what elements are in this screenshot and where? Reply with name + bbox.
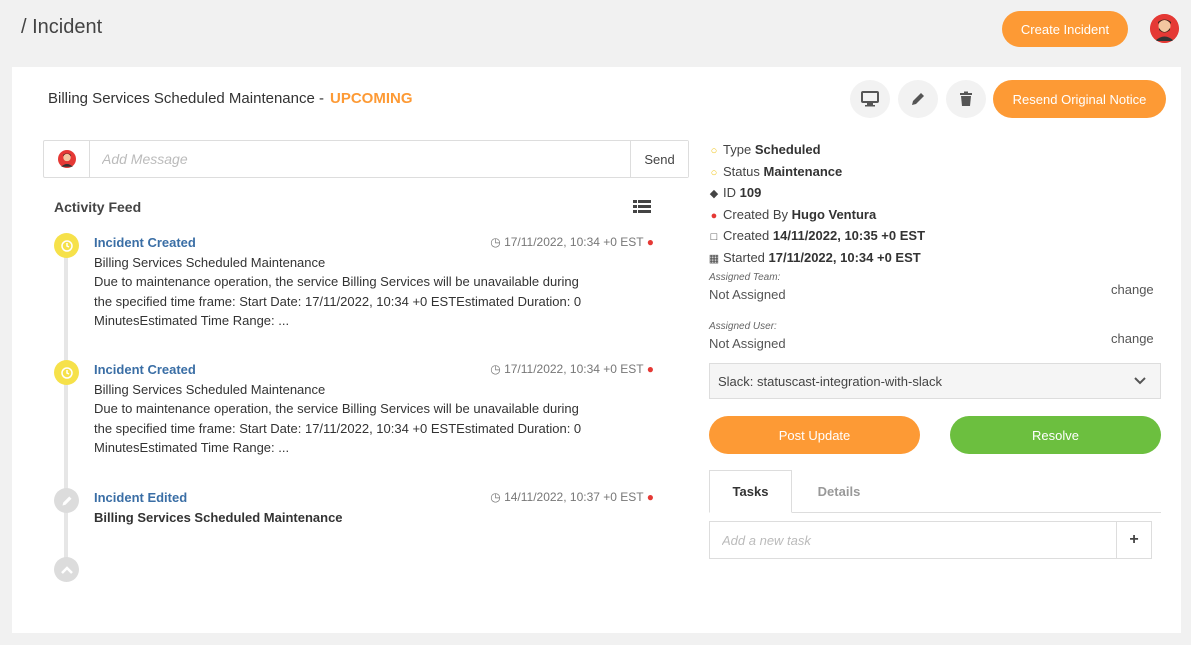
- message-input[interactable]: [90, 141, 630, 177]
- incident-name: Billing Services Scheduled Maintenance -: [48, 90, 324, 107]
- meta-type: ○ Type Scheduled: [708, 140, 925, 162]
- task-tabs: Tasks Details: [709, 470, 1161, 513]
- entry-subtitle: Billing Services Scheduled Maintenance: [94, 254, 326, 270]
- entry-subtitle: Billing Services Scheduled Maintenance: [94, 509, 343, 525]
- delete-button[interactable]: [946, 80, 986, 118]
- timeline-end-chevron-up-icon[interactable]: [54, 557, 79, 582]
- entry-body-line: MinutesEstimated Time Range: ...: [94, 313, 290, 328]
- pencil-icon: [912, 93, 924, 105]
- entry-body-line: the specified time frame: Start Date: 17…: [94, 420, 582, 436]
- author-avatar-icon: ●: [646, 362, 654, 376]
- assigned-user-value: Not Assigned: [709, 336, 786, 351]
- clock-icon: [60, 366, 73, 379]
- meta-id: ◆ ID 109: [708, 183, 925, 205]
- slack-select-value: Slack: statuscast-integration-with-slack: [718, 373, 942, 389]
- edit-button[interactable]: [898, 80, 938, 118]
- tab-tasks[interactable]: Tasks: [709, 470, 792, 513]
- list-icon: [633, 200, 651, 213]
- calendar-icon: ▦: [708, 252, 720, 265]
- create-incident-button[interactable]: Create Incident: [1002, 11, 1128, 47]
- meta-created: □ Created 14/11/2022, 10:35 +0 EST: [708, 226, 925, 248]
- entry-body-line: MinutesEstimated Time Range: ...: [94, 440, 290, 455]
- pencil-icon: [62, 496, 71, 505]
- calendar-icon: □: [710, 231, 718, 243]
- resolve-button[interactable]: Resolve: [950, 416, 1161, 454]
- activity-feed-title: Activity Feed: [54, 199, 142, 215]
- chevron-down-icon: [1134, 374, 1146, 388]
- author-avatar-icon: ●: [646, 235, 654, 249]
- author-avatar-icon: ●: [646, 490, 654, 504]
- tag-icon: ◆: [709, 188, 719, 200]
- timeline-dot-clock-icon: [54, 360, 79, 385]
- avatar-icon: [57, 150, 76, 168]
- assigned-team-label: Assigned Team:: [709, 272, 781, 283]
- incident-status: UPCOMING: [329, 90, 413, 107]
- entry-body-line: Due to maintenance operation, the servic…: [94, 274, 579, 289]
- timeline-dot-pencil-icon: [54, 488, 79, 513]
- avatar-icon: [1150, 14, 1179, 43]
- timeline-dot-clock-icon: [54, 233, 79, 258]
- entry-body-line: the specified time frame: Start Date: 17…: [94, 293, 582, 309]
- circle-icon: ○: [710, 145, 718, 157]
- assigned-team-value: Not Assigned: [709, 287, 786, 302]
- post-update-button[interactable]: Post Update: [709, 416, 920, 454]
- new-task-input[interactable]: [710, 522, 1116, 558]
- preview-button[interactable]: [850, 80, 890, 118]
- chevron-up-icon: [60, 565, 73, 574]
- clock-icon: ◷: [490, 362, 505, 376]
- task-composer: +: [709, 521, 1152, 559]
- clock-icon: ◷: [490, 235, 505, 249]
- send-button[interactable]: Send: [630, 141, 688, 177]
- entry-timestamp: ◷ 17/11/2022, 10:34 +0 EST ●: [490, 362, 654, 376]
- page-title: / Incident: [21, 16, 103, 38]
- monitor-icon: [861, 91, 879, 107]
- add-task-button[interactable]: +: [1116, 522, 1151, 558]
- list-view-toggle[interactable]: [633, 199, 651, 215]
- slack-channel-select[interactable]: Slack: statuscast-integration-with-slack: [709, 363, 1161, 399]
- avatar-icon: ●: [710, 209, 718, 222]
- feed-entry: Incident Created ◷ 17/11/2022, 10:34 +0 …: [94, 233, 654, 331]
- entry-subtitle: Billing Services Scheduled Maintenance: [94, 381, 326, 397]
- incident-meta: ○ Type Scheduled ○ Status Maintenance ◆ ID …: [708, 140, 925, 269]
- entry-timestamp: ◷ 14/11/2022, 10:37 +0 EST ●: [490, 490, 654, 504]
- user-avatar[interactable]: [1150, 14, 1179, 43]
- top-bar: / Incident Create Incident: [0, 0, 1191, 57]
- entry-body-line: Due to maintenance operation, the servic…: [94, 401, 579, 416]
- assigned-user-label: Assigned User:: [709, 321, 777, 332]
- feed-entry: Incident Created ◷ 17/11/2022, 10:34 +0 …: [94, 360, 654, 458]
- trash-icon: [960, 91, 972, 106]
- change-team-link[interactable]: change: [1111, 282, 1154, 297]
- meta-created-by: ● Created By Hugo Ventura: [708, 205, 925, 227]
- circle-icon: ○: [710, 166, 718, 179]
- composer-avatar: [44, 141, 90, 177]
- clock-icon: ◷: [490, 490, 505, 504]
- meta-started: ▦ Started 17/11/2022, 10:34 +0 EST: [708, 248, 925, 270]
- message-composer: Send: [43, 140, 689, 178]
- tab-details[interactable]: Details: [799, 470, 879, 513]
- incident-card: Billing Services Scheduled Maintenance -…: [12, 67, 1181, 633]
- incident-heading: Billing Services Scheduled Maintenance -…: [48, 90, 412, 107]
- timeline-line: [64, 247, 68, 577]
- meta-status: ○ Status Maintenance: [708, 162, 925, 184]
- feed-entry: Incident Edited ◷ 14/11/2022, 10:37 +0 E…: [94, 488, 654, 527]
- resend-notice-button[interactable]: Resend Original Notice: [993, 80, 1166, 118]
- entry-timestamp: ◷ 17/11/2022, 10:34 +0 EST ●: [490, 235, 654, 249]
- clock-icon: [60, 239, 73, 252]
- change-user-link[interactable]: change: [1111, 331, 1154, 346]
